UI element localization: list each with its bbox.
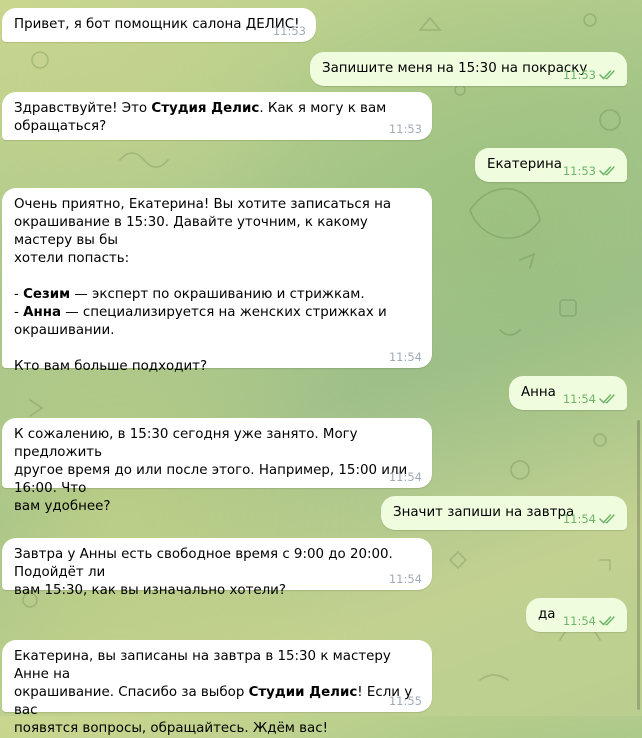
message-text-run: Запишите меня на 15:30 на покраску bbox=[322, 61, 588, 76]
message-meta: 11:54 bbox=[389, 351, 422, 363]
message-incoming: Привет, я бот помощник салона ДЕЛИС! 11:… bbox=[2, 8, 316, 42]
scrollbar[interactable] bbox=[637, 420, 640, 710]
message-outgoing: Екатерина 11:53 bbox=[475, 148, 627, 182]
message-outgoing: Значит запиши на завтра 11:54 bbox=[381, 496, 627, 530]
message-text: Очень приятно, Екатерина! Вы хотите запи… bbox=[14, 196, 420, 376]
message-time: 11:54 bbox=[388, 350, 422, 364]
message-time: 11:55 bbox=[388, 694, 422, 708]
message-text: Завтра у Анны есть свободное время с 9:0… bbox=[14, 546, 420, 600]
message-text-run: Анна bbox=[521, 385, 556, 400]
message-bold-text: Анна bbox=[23, 305, 61, 320]
message-meta: 11:54 bbox=[389, 573, 422, 585]
message-time: 11:53 bbox=[272, 24, 306, 38]
double-check-icon bbox=[599, 394, 615, 404]
double-check-icon bbox=[599, 166, 615, 176]
message-text-run: Завтра у Анны есть свободное время с 9:0… bbox=[14, 547, 393, 598]
message-incoming: Очень приятно, Екатерина! Вы хотите запи… bbox=[2, 188, 432, 374]
message-outgoing: да 11:54 bbox=[526, 598, 627, 632]
message-incoming: К сожалению, в 15:30 сегодня уже занято.… bbox=[2, 418, 432, 514]
message-text-run: Значит запиши на завтра bbox=[393, 505, 575, 520]
message-meta: 11:54 bbox=[563, 615, 617, 627]
message-time: 11:54 bbox=[562, 614, 596, 628]
message-meta: 11:54 bbox=[389, 471, 422, 483]
chat-message-list[interactable]: Привет, я бот помощник салона ДЕЛИС! 11:… bbox=[0, 0, 642, 736]
message-text-run: К сожалению, в 15:30 сегодня уже занято.… bbox=[14, 427, 408, 514]
message-time: 11:54 bbox=[388, 572, 422, 586]
message-bold-text: Студии Делис bbox=[248, 685, 358, 700]
message-text: Здравствуйте! Это Студия Делис. Как я мо… bbox=[14, 100, 420, 136]
message-meta: 11:54 bbox=[563, 513, 617, 525]
double-check-icon bbox=[599, 616, 615, 626]
message-meta: 11:53 bbox=[389, 123, 422, 135]
message-incoming: Здравствуйте! Это Студия Делис. Как я мо… bbox=[2, 92, 432, 140]
message-text-run: да bbox=[538, 607, 556, 622]
message-bold-text: Сезим bbox=[23, 287, 71, 302]
message-time: 11:53 bbox=[562, 164, 596, 178]
message-incoming: Екатерина, вы записаны на завтра в 15:30… bbox=[2, 640, 432, 736]
double-check-icon bbox=[599, 70, 615, 80]
message-time: 11:54 bbox=[562, 512, 596, 526]
message-meta: 11:53 bbox=[273, 25, 306, 37]
message-outgoing: Анна 11:54 bbox=[509, 376, 627, 410]
message-time: 11:53 bbox=[562, 68, 596, 82]
message-incoming: Завтра у Анны есть свободное время с 9:0… bbox=[2, 538, 432, 598]
message-text: К сожалению, в 15:30 сегодня уже занято.… bbox=[14, 426, 420, 516]
message-meta: 11:53 bbox=[563, 165, 617, 177]
message-bold-text: Студия Делис bbox=[151, 101, 260, 116]
message-meta: 11:53 bbox=[563, 69, 617, 81]
message-time: 11:54 bbox=[562, 392, 596, 406]
message-text-run: Здравствуйте! Это bbox=[14, 101, 152, 116]
message-meta: 11:54 bbox=[563, 393, 617, 405]
message-time: 11:53 bbox=[388, 122, 422, 136]
message-outgoing: Запишите меня на 15:30 на покраску 11:53 bbox=[310, 52, 627, 86]
message-meta: 11:55 bbox=[389, 695, 422, 707]
message-time: 11:54 bbox=[388, 470, 422, 484]
message-text-run: Екатерина bbox=[487, 157, 562, 172]
message-text-run: — специализируется на женских стрижках и… bbox=[14, 305, 387, 374]
message-text-run: Привет, я бот помощник салона ДЕЛИС! bbox=[14, 17, 300, 32]
double-check-icon bbox=[599, 514, 615, 524]
message-text: Екатерина, вы записаны на завтра в 15:30… bbox=[14, 648, 420, 738]
message-text: Привет, я бот помощник салона ДЕЛИС! bbox=[14, 16, 304, 34]
